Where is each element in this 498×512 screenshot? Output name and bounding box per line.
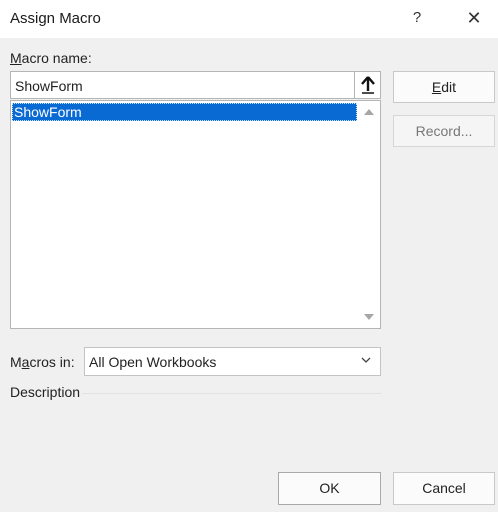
chevron-down-icon[interactable] — [360, 354, 372, 366]
macros-in-label-pre: M — [10, 354, 22, 370]
macros-in-select[interactable]: All Open Workbooks — [84, 347, 381, 376]
edit-button[interactable]: Edit — [393, 71, 495, 103]
description-divider — [82, 393, 381, 394]
macros-in-label-text: cros in: — [29, 354, 75, 370]
list-scrollbar[interactable] — [358, 101, 380, 328]
edit-label: dit — [441, 79, 457, 95]
help-button[interactable]: ? — [410, 9, 424, 26]
close-button[interactable]: ✕ — [466, 8, 482, 28]
scroll-up-icon[interactable] — [364, 109, 374, 115]
arrow-up-icon — [360, 76, 375, 94]
ok-button[interactable]: OK — [278, 472, 381, 505]
description-label: Description — [10, 384, 81, 400]
macro-name-label-text: acro name: — [21, 50, 92, 66]
cancel-button[interactable]: Cancel — [393, 472, 495, 505]
list-item-label: ShowForm — [14, 104, 82, 120]
scroll-down-icon[interactable] — [364, 314, 374, 320]
record-button[interactable]: Record... — [393, 115, 495, 147]
collapse-dialog-button[interactable] — [354, 71, 381, 99]
macro-name-value: ShowForm — [15, 78, 83, 94]
list-item[interactable]: ShowForm — [12, 103, 357, 121]
window-title: Assign Macro — [10, 10, 101, 27]
title-bar: Assign Macro ? ✕ — [0, 0, 498, 38]
macros-in-value: All Open Workbooks — [89, 354, 217, 370]
edit-mnemonic: E — [431, 79, 442, 95]
macro-name-label-mnemonic: M — [10, 50, 22, 66]
macros-in-label: Macros in: — [10, 354, 75, 370]
macro-name-label: Macro name: — [10, 50, 92, 66]
macro-listbox[interactable]: ShowForm — [10, 100, 381, 329]
macro-name-input[interactable]: ShowForm — [10, 71, 354, 99]
